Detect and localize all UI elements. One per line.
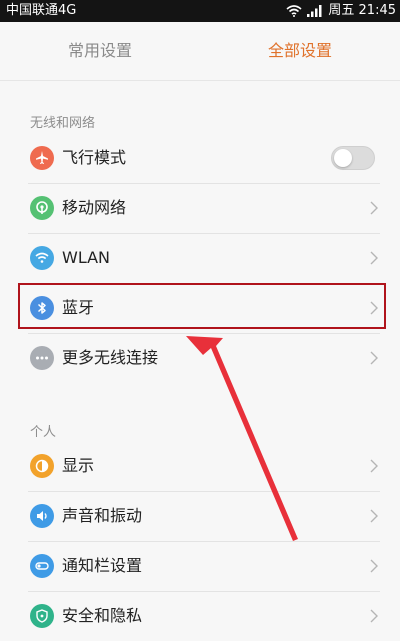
settings-item-notification[interactable]: 通知栏设置 — [0, 541, 400, 591]
mobile-network-icon — [30, 196, 54, 220]
shield-icon — [30, 604, 54, 628]
carrier-label: 中国联通4G — [6, 3, 77, 18]
cell-signal-icon — [307, 5, 323, 17]
settings-item-more-wireless[interactable]: 更多无线连接 — [0, 333, 400, 383]
tab-common-settings[interactable]: 常用设置 — [0, 22, 200, 80]
chevron-right-icon — [370, 609, 378, 623]
display-icon — [30, 454, 54, 478]
settings-item-label: 声音和振动 — [62, 506, 143, 525]
settings-item-label: 通知栏设置 — [62, 556, 143, 575]
notification-icon — [30, 554, 54, 578]
chevron-right-icon — [370, 201, 378, 215]
settings-item-security[interactable]: 安全和隐私 — [0, 591, 400, 641]
settings-item-label: WLAN — [62, 248, 111, 267]
clock: 周五 21:45 — [328, 3, 396, 18]
highlight-box — [18, 283, 386, 329]
airplane-icon — [30, 146, 54, 170]
settings-item-label: 飞行模式 — [62, 148, 127, 167]
tab-all-settings[interactable]: 全部设置 — [200, 22, 400, 80]
settings-item-label: 显示 — [62, 456, 95, 475]
status-bar: 中国联通4G 周五 21:45 — [0, 0, 400, 22]
more-icon — [30, 346, 54, 370]
section-title-wireless: 无线和网络 — [30, 116, 96, 131]
settings-item-label: 移动网络 — [62, 198, 127, 217]
settings-tabs: 常用设置 全部设置 — [0, 22, 400, 81]
section-title-personal: 个人 — [30, 425, 57, 440]
wifi-icon — [30, 246, 54, 270]
settings-item-label: 更多无线连接 — [62, 348, 159, 367]
settings-item-wlan[interactable]: WLAN — [0, 233, 400, 283]
airplane-mode-toggle[interactable] — [331, 146, 375, 170]
sound-icon — [30, 504, 54, 528]
chevron-right-icon — [370, 559, 378, 573]
chevron-right-icon — [370, 351, 378, 365]
settings-item-display[interactable]: 显示 — [0, 441, 400, 491]
wifi-signal-icon — [286, 5, 302, 17]
settings-item-label: 安全和隐私 — [62, 606, 143, 625]
settings-item-sound[interactable]: 声音和振动 — [0, 491, 400, 541]
settings-item-airplane-mode[interactable]: 飞行模式 — [0, 133, 400, 183]
chevron-right-icon — [370, 251, 378, 265]
chevron-right-icon — [370, 509, 378, 523]
chevron-right-icon — [370, 459, 378, 473]
settings-item-mobile-network[interactable]: 移动网络 — [0, 183, 400, 233]
